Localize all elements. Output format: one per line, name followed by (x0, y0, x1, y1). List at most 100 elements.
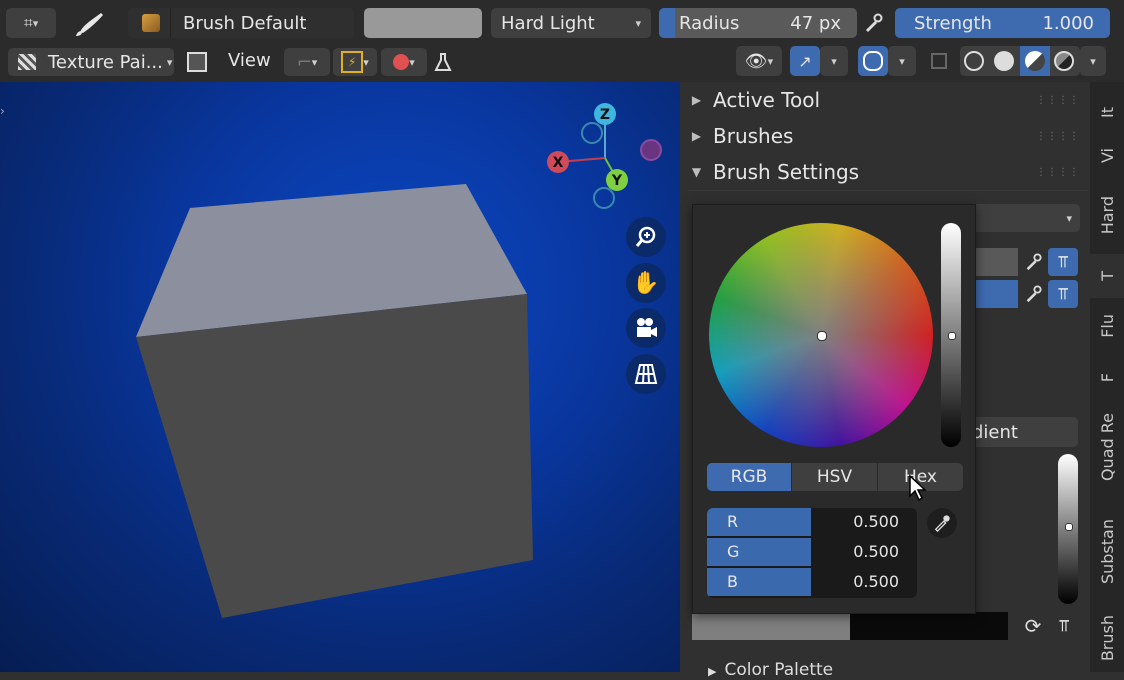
gizmo-x-label: X (553, 155, 564, 171)
pressure-icon[interactable] (860, 10, 886, 36)
color-picker-popup: RGB HSV Hex R 0.500 G 0.500 B 0.500 (692, 204, 976, 614)
wireframe-shading-icon[interactable] (964, 51, 984, 71)
tab-item[interactable]: It (1090, 92, 1124, 132)
brush-thumbnail-icon (142, 14, 160, 32)
radius-slider[interactable]: Radius 47 px (659, 8, 857, 38)
brush-selector[interactable]: Brush Default (128, 8, 354, 38)
shading-dropdown[interactable]: ▾ (1080, 46, 1106, 76)
chevron-down-icon: ▾ (1066, 211, 1072, 225)
view-menu-label: View (228, 50, 271, 71)
color-preview-bar[interactable] (692, 612, 1008, 640)
color-field[interactable] (976, 248, 1018, 276)
strength-slider[interactable]: Strength 1.000 (895, 8, 1110, 38)
gizmo-z-label: Z (600, 107, 610, 123)
tab-substan[interactable]: Substan (1090, 510, 1124, 594)
xray-icon[interactable] (926, 48, 952, 74)
section-brushes[interactable]: ▶ Brushes ⋮⋮⋮⋮ (680, 118, 1090, 154)
zoom-icon (635, 226, 656, 247)
current-color-swatch (692, 612, 850, 640)
material-shading-button[interactable] (1020, 46, 1050, 76)
stroke-method-dropdown[interactable]: ⌐ ▾ (284, 48, 330, 76)
eyedropper-icon (934, 515, 950, 532)
gizmo-toggle[interactable]: ↗ (790, 46, 820, 76)
section-color-palette[interactable]: ▶ Color Palette (708, 660, 833, 680)
mode-label: Texture Pai... (48, 51, 163, 73)
collapsed-arrow-icon: ▶ (691, 129, 702, 143)
value-slider[interactable] (941, 223, 961, 447)
brush-color-swatch[interactable] (364, 8, 482, 38)
value-slider-cursor[interactable] (948, 332, 956, 340)
drag-handle-icon[interactable]: ⋮⋮⋮⋮ (1036, 95, 1080, 106)
navigation-gizmo[interactable]: Z X Y (540, 100, 680, 220)
chevron-down-icon: ▾ (767, 54, 774, 68)
section-active-tool[interactable]: ▶ Active Tool ⋮⋮⋮⋮ (680, 82, 1090, 118)
chevron-down-icon: ▾ (409, 55, 415, 69)
tab-flu[interactable]: Flu (1090, 304, 1124, 348)
camera-button[interactable] (626, 308, 666, 348)
brush-stroke-icon[interactable]: ⫪ (1050, 613, 1078, 639)
gizmo-icon: ↗ (798, 51, 812, 71)
color-wheel[interactable] (709, 223, 933, 447)
brush-stroke-icon: ⫪ (1058, 252, 1068, 271)
value-slider[interactable] (1058, 454, 1078, 604)
zoom-button[interactable] (626, 217, 666, 257)
material-shading-icon (1025, 51, 1045, 71)
tab-label: Quad Re (1097, 412, 1117, 482)
tab-quad-re[interactable]: Quad Re (1090, 402, 1124, 492)
tab-hard[interactable]: Hard (1090, 190, 1124, 240)
green-field[interactable]: G 0.500 (707, 538, 917, 566)
view-menu[interactable]: View (228, 50, 271, 74)
tab-hsv[interactable]: HSV (792, 463, 877, 491)
editor-type-button[interactable]: ⌗ ▾ (6, 8, 56, 38)
strength-label: Strength (914, 13, 992, 34)
eyedropper-button[interactable] (927, 508, 957, 538)
tab-tool[interactable]: T (1090, 254, 1124, 298)
symmetry-dropdown[interactable]: ⚡ ▾ (333, 48, 377, 76)
overlay-dropdown[interactable]: ▾ (888, 46, 916, 76)
shading-selector (960, 46, 1080, 76)
tab-brush[interactable]: Brush (1090, 608, 1124, 668)
grid-icon (634, 364, 658, 384)
brush-tool-icon[interactable] (70, 6, 110, 40)
section-label: Color Palette (724, 660, 834, 680)
solid-shading-icon[interactable] (994, 51, 1014, 71)
object-icon[interactable] (184, 48, 210, 76)
overlay-toggle[interactable] (858, 46, 888, 76)
unified-color-toggle[interactable]: ⫪ (1048, 248, 1078, 276)
unified-secondary-toggle[interactable]: ⫪ (1048, 280, 1078, 308)
mode-dropdown[interactable]: Texture Pai... ▾ (8, 48, 174, 76)
pressure-icon[interactable] (1021, 250, 1045, 274)
flask-icon[interactable] (430, 48, 456, 76)
visibility-dropdown[interactable]: 👁 ▾ (736, 46, 782, 76)
swap-colors-icon[interactable]: ⟳ (1020, 613, 1046, 639)
red-field[interactable]: R 0.500 (707, 508, 917, 536)
radius-fill (659, 8, 675, 38)
chevron-down-icon: ▾ (831, 54, 837, 68)
eye-icon: 👁 (744, 50, 768, 72)
rendered-shading-icon[interactable] (1054, 51, 1074, 71)
chevron-down-icon: ▾ (311, 55, 318, 69)
section-brush-settings[interactable]: ▼ Brush Settings ⋮⋮⋮⋮ (680, 154, 1090, 190)
blue-field[interactable]: B 0.500 (707, 568, 917, 596)
secondary-color-field[interactable] (976, 280, 1018, 308)
drag-handle-icon[interactable]: ⋮⋮⋮⋮ (1036, 131, 1080, 142)
blend-mode-dropdown[interactable]: Hard Light ▾ (491, 8, 651, 38)
gizmo-y-label: Y (611, 173, 623, 189)
tab-rgb[interactable]: RGB (707, 463, 791, 491)
tab-view[interactable]: Vi (1090, 134, 1124, 178)
3d-viewport[interactable]: › Z X Y ✋ (0, 82, 680, 672)
tab-f[interactable]: F (1090, 358, 1124, 398)
color-wheel-cursor[interactable] (817, 331, 827, 341)
gradient-button[interactable]: dient (970, 417, 1078, 447)
hand-icon: ✋ (632, 270, 660, 296)
chevron-down-icon: ▾ (32, 16, 39, 30)
lightning-icon: ⚡ (341, 51, 364, 73)
radius-label: Radius (679, 13, 740, 34)
pan-button[interactable]: ✋ (626, 263, 666, 303)
pressure-icon[interactable] (1021, 282, 1045, 306)
drag-handle-icon[interactable]: ⋮⋮⋮⋮ (1036, 167, 1080, 178)
field-value: 0.500 (853, 572, 899, 591)
perspective-button[interactable] (626, 354, 666, 394)
gizmo-dropdown[interactable]: ▾ (820, 46, 848, 76)
mask-dropdown[interactable]: ▾ (381, 48, 427, 76)
